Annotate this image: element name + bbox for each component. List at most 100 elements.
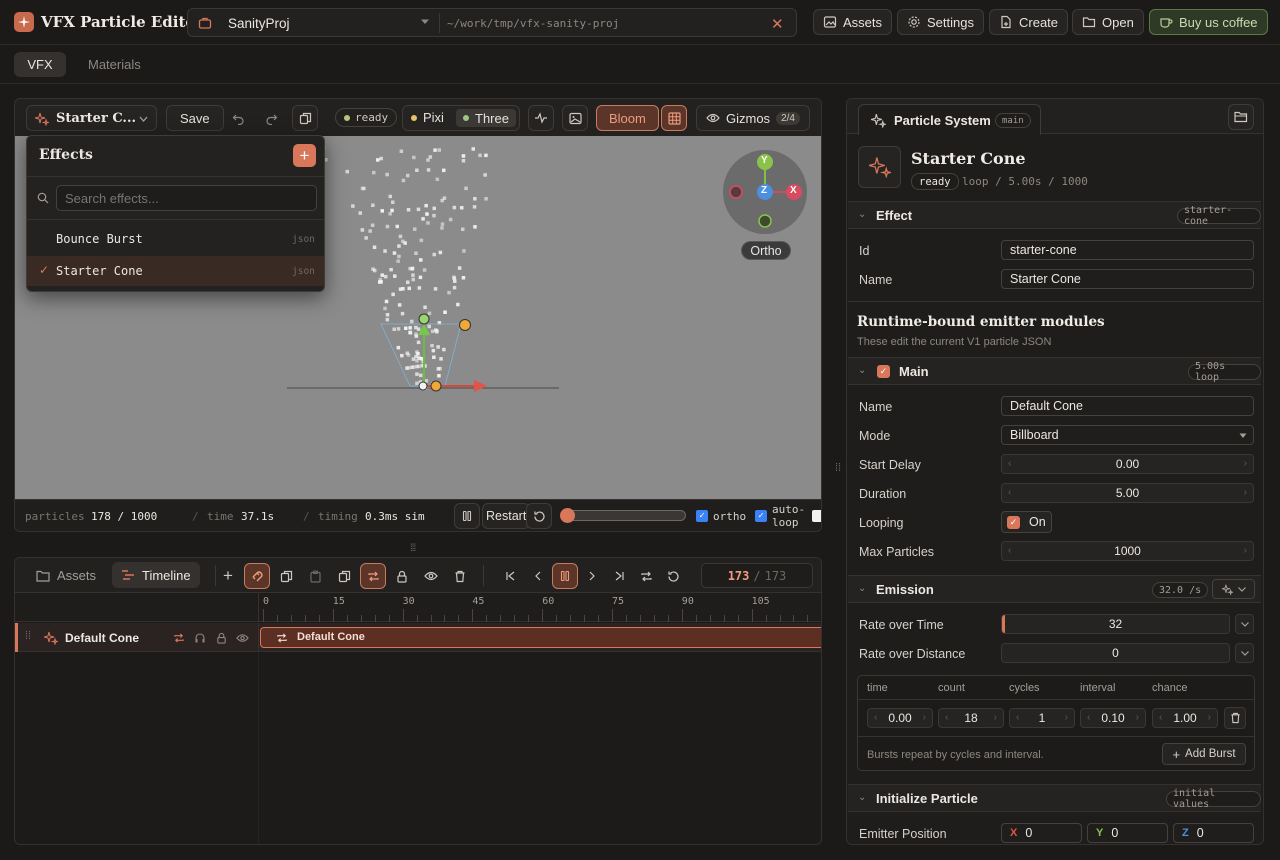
eye-icon[interactable] (236, 633, 249, 643)
reset-playback-button[interactable] (660, 563, 686, 589)
delete-track-button[interactable] (447, 563, 473, 589)
close-project-icon[interactable]: ✕ (771, 15, 784, 33)
ruler-tick-mark (765, 615, 767, 622)
background-button[interactable] (562, 105, 588, 131)
loop-button[interactable] (360, 563, 386, 589)
burst-count-input[interactable]: ‹ 18 › (938, 708, 1004, 728)
settings-button[interactable]: Settings (897, 9, 984, 35)
save-button[interactable]: Save (166, 105, 224, 131)
visibility-button[interactable] (418, 563, 444, 589)
prev-frame-button[interactable] (525, 563, 551, 589)
add-effect-button[interactable]: + (293, 144, 316, 167)
pause-button[interactable] (454, 503, 480, 529)
duplicate-clip-button[interactable] (331, 563, 357, 589)
max-particles-input[interactable]: ‹ 1000 › (1001, 541, 1254, 561)
bloom-button[interactable]: Bloom (596, 105, 659, 131)
grid-button[interactable] (661, 105, 687, 131)
start-delay-input[interactable]: ‹ 0.00 › (1001, 454, 1254, 474)
ruler-tick-mark (709, 615, 711, 622)
rate-time-input[interactable]: 32 (1001, 614, 1230, 634)
rate-time-curve-button[interactable] (1235, 614, 1254, 634)
loop-icon[interactable] (173, 632, 185, 644)
burst-chance-input[interactable]: ‹ 1.00 › (1152, 708, 1218, 728)
redo-button[interactable] (258, 105, 284, 131)
lock-icon[interactable] (216, 632, 227, 644)
next-frame-button[interactable] (579, 563, 605, 589)
orientation-gizmo[interactable]: Y Z X (723, 150, 807, 234)
paste-button[interactable] (302, 563, 328, 589)
effect-selector[interactable]: Starter C... (26, 105, 157, 131)
ruler-tick-mark (598, 615, 600, 622)
renderer-three[interactable]: Three (456, 109, 516, 127)
effect-item-bounce-burst[interactable]: Bounce Burst json (27, 224, 324, 254)
effect-item-starter-cone[interactable]: ✓ Starter Cone json (27, 256, 324, 286)
renderer-pixi[interactable]: Pixi (411, 110, 444, 125)
ortho-checkbox[interactable]: ✓ (696, 510, 708, 522)
tab-particle-system[interactable]: Particle System main (858, 104, 1041, 135)
track-clip[interactable]: Default Cone (260, 627, 821, 648)
tab-vfx[interactable]: VFX (14, 52, 66, 77)
reset-button[interactable] (526, 503, 552, 529)
project-selector[interactable]: SanityProj ~/work/tmp/vfx-sanity-proj ✕ (187, 8, 797, 37)
tab-materials[interactable]: Materials (88, 57, 141, 72)
track-row[interactable]: ⁞⁞ Default Cone Default Cone (15, 623, 821, 652)
first-frame-button[interactable] (498, 563, 524, 589)
rate-distance-input[interactable]: 0 (1001, 643, 1230, 663)
stats-button[interactable] (528, 105, 554, 131)
assets-button[interactable]: Assets (813, 9, 893, 35)
search-effects-input[interactable] (56, 185, 317, 211)
effect-section-header[interactable]: ⌄ Effect starter-cone (848, 201, 1261, 229)
add-burst-button[interactable]: + Add Burst (1162, 743, 1246, 765)
timeline-ruler[interactable]: 0 15 30 45 60 75 90 105 (15, 593, 821, 622)
vertical-splitter-handle[interactable]: ⁞⁞ (835, 462, 841, 474)
tab-timeline[interactable]: Timeline (112, 562, 200, 588)
burst-time-input[interactable]: ‹ 0.00 › (867, 708, 933, 728)
rate-distance-curve-button[interactable] (1235, 643, 1254, 663)
duration-input[interactable]: ‹ 5.00 › (1001, 483, 1254, 503)
gizmos-button[interactable]: Gizmos 2/4 (696, 105, 810, 131)
emission-section-header[interactable]: ⌄ Emission 32.0 /s (848, 575, 1261, 603)
undo-button[interactable] (225, 105, 251, 131)
open-button[interactable]: Open (1072, 9, 1144, 35)
looping-toggle[interactable]: ✓ On (1001, 511, 1052, 533)
ortho-toggle[interactable]: Ortho (741, 241, 791, 260)
mode-select[interactable]: Billboard (1001, 425, 1254, 445)
restart-button[interactable]: Restart (482, 503, 531, 529)
effects-title: Effects (39, 147, 93, 163)
init-section-header[interactable]: ⌄ Initialize Particle initial values (848, 784, 1261, 812)
particle (396, 259, 400, 263)
duplicate-button[interactable] (292, 105, 318, 131)
id-field[interactable]: starter-cone (1001, 240, 1254, 260)
position-z-field[interactable]: Z0 (1173, 823, 1254, 843)
burst-interval-input[interactable]: ‹ 0.10 › (1080, 708, 1146, 728)
play-pause-button[interactable] (552, 563, 578, 589)
headphones-icon[interactable] (194, 632, 206, 644)
drag-handle-icon[interactable]: ⁞⁞ (25, 630, 31, 642)
frame-counter[interactable]: 173 / 173 (701, 563, 813, 588)
tab-assets[interactable]: Assets (30, 563, 102, 588)
time-scrubber[interactable] (560, 508, 686, 523)
burst-cycles-input[interactable]: ‹ 1 › (1009, 708, 1075, 728)
main-name-field[interactable]: Default Cone (1001, 396, 1254, 416)
buy-coffee-button[interactable]: Buy us coffee (1149, 9, 1268, 35)
horizontal-splitter-handle[interactable]: ⁞⁞⁞ (410, 543, 416, 554)
extra-checkbox[interactable] (812, 510, 821, 522)
main-section-header[interactable]: ⌄ ✓ Main 5.00s loop (848, 357, 1261, 385)
delete-burst-button[interactable] (1224, 707, 1246, 729)
lock-button[interactable] (389, 563, 415, 589)
open-folder-button[interactable] (1228, 104, 1254, 130)
loop-playback-button[interactable] (633, 563, 659, 589)
autoloop-checkbox[interactable]: ✓ (755, 510, 767, 522)
create-button[interactable]: Create (989, 9, 1069, 35)
main-enabled-checkbox[interactable]: ✓ (877, 365, 890, 378)
effect-name-field[interactable]: Starter Cone (1001, 269, 1254, 289)
scrubber-thumb[interactable] (560, 508, 575, 523)
position-x-field[interactable]: X0 (1001, 823, 1082, 843)
copy-button[interactable] (273, 563, 299, 589)
emission-options-button[interactable] (1212, 579, 1255, 599)
last-frame-button[interactable] (606, 563, 632, 589)
magnet-button[interactable] (244, 563, 270, 589)
add-track-button[interactable]: + (215, 563, 241, 589)
ruler-tick-mark (556, 615, 558, 622)
position-y-field[interactable]: Y0 (1087, 823, 1168, 843)
